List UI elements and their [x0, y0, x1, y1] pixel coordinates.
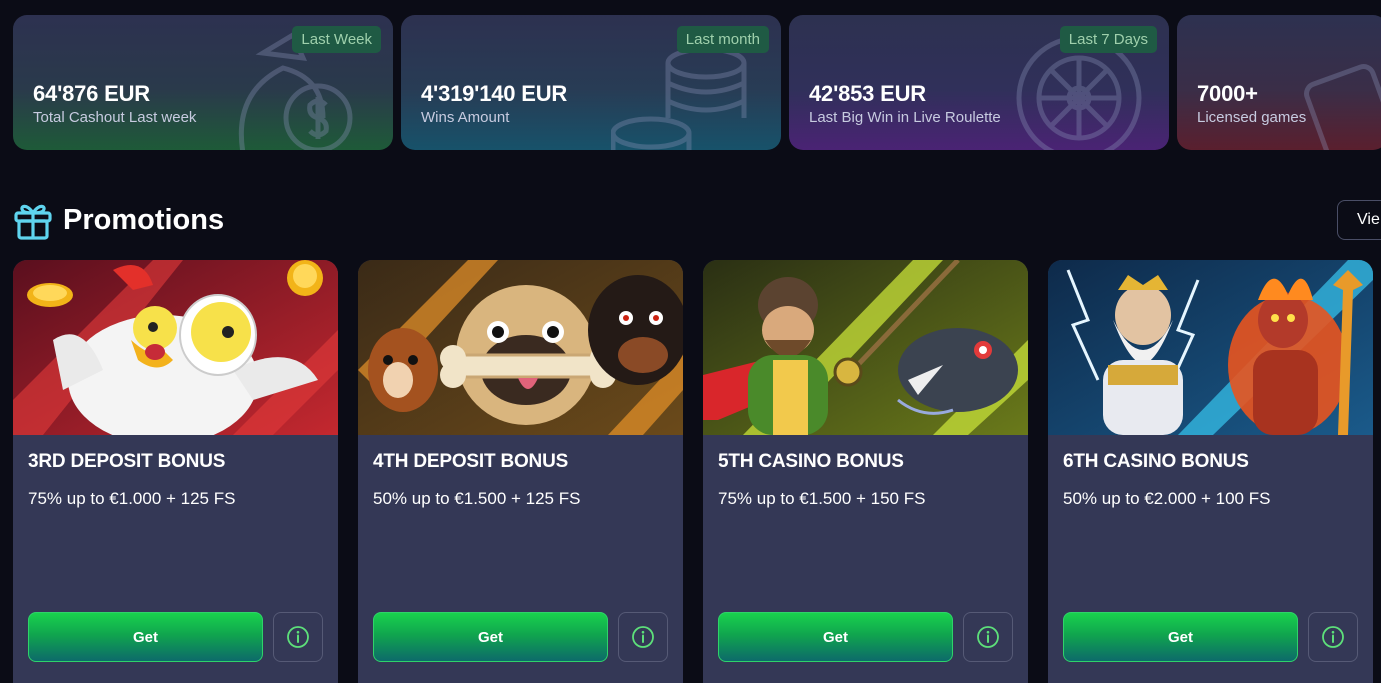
- promo-description: 75% up to €1.500 + 150 FS: [718, 489, 926, 508]
- stat-label: Total Cashout Last week: [33, 109, 197, 126]
- promo-title: 5TH CASINO BONUS: [718, 451, 904, 472]
- promo-title: 6TH CASINO BONUS: [1063, 451, 1249, 472]
- stat-label: Wins Amount: [421, 109, 510, 126]
- stat-value: 7000+: [1197, 81, 1258, 106]
- promo-description: 50% up to €2.000 + 100 FS: [1063, 489, 1271, 508]
- info-icon: [632, 626, 654, 648]
- cards-icon: [1304, 64, 1381, 150]
- zeus-vs-hades-artwork: [1048, 260, 1373, 435]
- stat-period-badge: Last month: [676, 26, 769, 53]
- stat-value: 64'876 EUR: [33, 81, 150, 106]
- stat-card-big-win: Last 7 Days 42'853 EUR Last Big Win in L…: [789, 15, 1169, 150]
- info-icon: [977, 626, 999, 648]
- info-icon: [287, 626, 309, 648]
- info-icon: [1322, 626, 1344, 648]
- get-bonus-button[interactable]: Get: [373, 612, 608, 662]
- promo-description: 50% up to €1.500 + 125 FS: [373, 489, 581, 508]
- info-button[interactable]: [273, 612, 323, 662]
- promo-card: 3RD DEPOSIT BONUS 75% up to €1.000 + 125…: [13, 260, 338, 683]
- gift-icon: [14, 204, 52, 240]
- stats-row: Last Week 64'876 EUR Total Cashout Last …: [13, 15, 1381, 150]
- stat-period-badge: Last 7 Days: [1059, 26, 1157, 53]
- info-button[interactable]: [618, 612, 668, 662]
- promotion-cards: 3RD DEPOSIT BONUS 75% up to €1.000 + 125…: [13, 260, 1373, 683]
- stat-value: 4'319'140 EUR: [421, 81, 568, 106]
- stat-card-games: 7000+ Licensed games: [1177, 15, 1381, 150]
- promo-title: 4TH DEPOSIT BONUS: [373, 451, 569, 472]
- chicken-with-coins-artwork: [13, 260, 338, 445]
- promo-title: 3RD DEPOSIT BONUS: [28, 451, 226, 472]
- stat-period-badge: Last Week: [292, 26, 381, 53]
- section-title: Promotions: [63, 203, 225, 236]
- fisherman-and-piranha-artwork: [703, 260, 1028, 435]
- promo-card: 6TH CASINO BONUS 50% up to €2.000 + 100 …: [1048, 260, 1373, 683]
- get-bonus-button[interactable]: Get: [28, 612, 263, 662]
- promo-card: 5TH CASINO BONUS 75% up to €1.500 + 150 …: [703, 260, 1028, 683]
- promo-card: 4TH DEPOSIT BONUS 50% up to €1.500 + 125…: [358, 260, 683, 683]
- stat-value: 42'853 EUR: [809, 81, 926, 106]
- info-button[interactable]: [1308, 612, 1358, 662]
- get-bonus-button[interactable]: Get: [1063, 612, 1298, 662]
- get-bonus-button[interactable]: Get: [718, 612, 953, 662]
- promotions-header: Promotions: [13, 200, 224, 240]
- stat-label: Licensed games: [1197, 109, 1307, 126]
- info-button[interactable]: [963, 612, 1013, 662]
- view-all-button[interactable]: Vie: [1337, 200, 1381, 240]
- promo-description: 75% up to €1.000 + 125 FS: [28, 489, 236, 508]
- dogs-with-bone-artwork: [358, 260, 683, 435]
- stat-label: Last Big Win in Live Roulette: [809, 109, 1001, 126]
- stat-card-cashout: Last Week 64'876 EUR Total Cashout Last …: [13, 15, 393, 150]
- stat-card-wins: Last month 4'319'140 EUR Wins Amount: [401, 15, 781, 150]
- page: Last Week 64'876 EUR Total Cashout Last …: [0, 0, 1381, 683]
